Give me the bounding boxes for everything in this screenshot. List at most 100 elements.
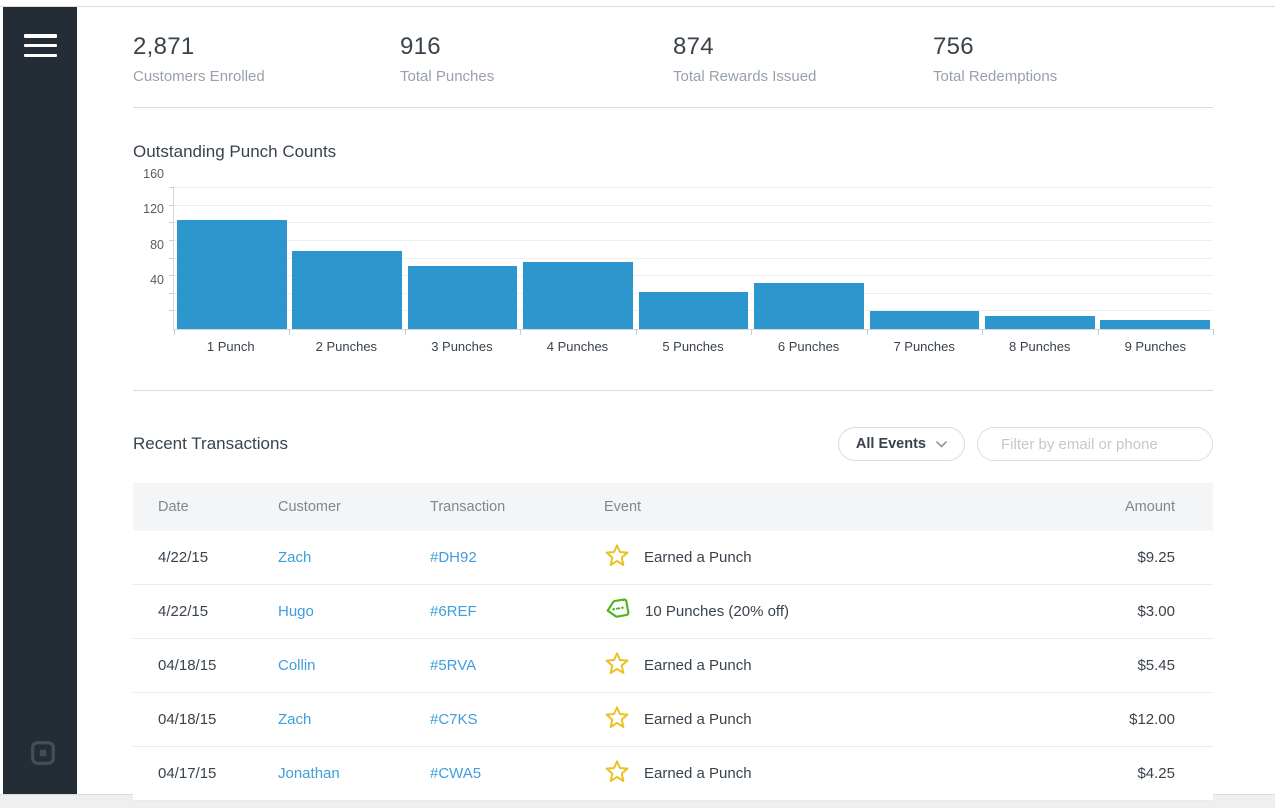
tag-icon: [604, 596, 631, 623]
x-axis-label: 5 Punches: [635, 339, 751, 354]
y-axis-label: 120: [143, 202, 164, 216]
customer-link[interactable]: Zach: [278, 711, 311, 728]
column-header: Transaction: [405, 499, 579, 515]
transaction-link[interactable]: #DH92: [430, 549, 477, 566]
event-label: 10 Punches (20% off): [645, 603, 789, 620]
chevron-down-icon: [936, 441, 947, 448]
filter-search-input[interactable]: [1001, 436, 1200, 453]
event-label: Earned a Punch: [644, 549, 752, 566]
event-label: Earned a Punch: [644, 765, 752, 782]
bar-chart: 4080120160 1 Punch2 Punches3 Punches4 Pu…: [133, 188, 1213, 354]
transactions-header: Recent Transactions All Events: [133, 427, 1213, 461]
amount-cell: $9.25: [1053, 549, 1213, 566]
bar: [292, 251, 402, 329]
punch-counts-section: Outstanding Punch Counts 4080120160 1 Pu…: [133, 108, 1213, 391]
x-axis-tick: [1098, 329, 1099, 335]
date-cell: 04/17/15: [133, 765, 253, 782]
bar: [870, 311, 980, 329]
hamburger-menu-icon[interactable]: [24, 34, 57, 57]
events-filter-dropdown[interactable]: All Events: [838, 427, 965, 461]
stat-block: 756Total Redemptions: [933, 33, 1213, 85]
y-axis-label: 80: [150, 238, 164, 252]
column-header: Customer: [253, 499, 405, 515]
customer-link[interactable]: Jonathan: [278, 765, 340, 782]
event-cell: Earned a Punch: [579, 651, 1053, 681]
bar: [639, 292, 749, 329]
x-axis-tick: [636, 329, 637, 335]
date-cell: 04/18/15: [133, 711, 253, 728]
amount-cell: $3.00: [1053, 603, 1213, 620]
bar: [523, 262, 633, 329]
table-row: 04/18/15 Collin #5RVA Earned a Punch $5.45: [133, 639, 1213, 693]
x-axis-label: 2 Punches: [289, 339, 405, 354]
sidebar: [3, 7, 77, 794]
amount-cell: $4.25: [1053, 765, 1213, 782]
date-cell: 04/18/15: [133, 657, 253, 674]
stat-block: 874Total Rewards Issued: [673, 33, 933, 85]
transaction-link[interactable]: #CWA5: [430, 765, 481, 782]
table-header-row: DateCustomerTransactionEventAmount: [133, 483, 1213, 531]
stat-label: Customers Enrolled: [133, 68, 400, 85]
star-icon: [604, 705, 630, 731]
date-cell: 4/22/15: [133, 603, 253, 620]
stat-block: 2,871 Customers Enrolled: [133, 33, 400, 85]
column-header: Event: [579, 499, 1053, 515]
x-axis-label: 7 Punches: [866, 339, 982, 354]
transaction-link[interactable]: #C7KS: [430, 711, 478, 728]
customer-link[interactable]: Collin: [278, 657, 316, 674]
x-axis-tick: [174, 329, 175, 335]
star-icon: [604, 543, 630, 569]
column-header: Date: [133, 499, 253, 515]
x-axis-tick: [1213, 329, 1214, 335]
main-content: 2,871Customers Enrolled916Total Punches8…: [77, 7, 1275, 794]
bar: [177, 220, 287, 329]
transaction-link[interactable]: #5RVA: [430, 657, 476, 674]
table-row: 04/18/15 Zach #C7KS Earned a Punch $12.00: [133, 693, 1213, 747]
x-axis-label: 3 Punches: [404, 339, 520, 354]
star-icon: [604, 759, 630, 785]
table-row: 04/17/15 Jonathan #CWA5 Earned a Punch $4.2…: [133, 747, 1213, 801]
x-axis-tick: [289, 329, 290, 335]
x-axis-label: 1 Punch: [173, 339, 289, 354]
event-cell: Earned a Punch: [579, 705, 1053, 735]
event-label: Earned a Punch: [644, 657, 752, 674]
x-axis-tick: [520, 329, 521, 335]
stat-value: 916: [400, 33, 673, 61]
chart-title: Outstanding Punch Counts: [133, 142, 1213, 162]
events-filter-label: All Events: [856, 436, 926, 452]
stat-label: Total Rewards Issued: [673, 68, 933, 85]
filter-search-box[interactable]: [977, 427, 1213, 461]
window-top-strip: [0, 0, 1275, 7]
transactions-table: DateCustomerTransactionEventAmount 4/22/…: [133, 483, 1213, 801]
table-row: 4/22/15 Hugo #6REF 10 Punches (20% off) $3.…: [133, 585, 1213, 639]
amount-cell: $5.45: [1053, 657, 1213, 674]
table-row: 4/22/15 Zach #DH92 Earned a Punch $9.25: [133, 531, 1213, 585]
event-cell: 10 Punches (20% off): [579, 596, 1053, 627]
x-axis-tick: [751, 329, 752, 335]
stat-label: Total Punches: [400, 68, 673, 85]
stat-block: 916 Total Punches: [400, 33, 673, 85]
bar: [408, 266, 518, 329]
transaction-link[interactable]: #6REF: [430, 603, 477, 620]
y-axis-label: 160: [143, 167, 164, 181]
transactions-title: Recent Transactions: [133, 434, 288, 454]
x-axis-label: 4 Punches: [520, 339, 636, 354]
event-cell: Earned a Punch: [579, 759, 1053, 789]
date-cell: 4/22/15: [133, 549, 253, 566]
customer-link[interactable]: Hugo: [278, 603, 314, 620]
customer-link[interactable]: Zach: [278, 549, 311, 566]
amount-cell: $12.00: [1053, 711, 1213, 728]
event-label: Earned a Punch: [644, 711, 752, 728]
x-axis-tick: [867, 329, 868, 335]
x-axis-tick: [982, 329, 983, 335]
summary-stats: 2,871 Customers Enrolled916 Total Punches8…: [133, 7, 1213, 108]
bar: [1100, 320, 1210, 329]
x-axis-label: 8 Punches: [982, 339, 1098, 354]
x-axis-tick: [405, 329, 406, 335]
stat-value: 756: [933, 33, 1213, 61]
x-axis-label: 6 Punches: [751, 339, 867, 354]
bar: [985, 316, 1095, 329]
square-logo-icon[interactable]: [30, 740, 56, 766]
star-icon: [604, 651, 630, 677]
stat-value: 2,871: [133, 33, 400, 61]
